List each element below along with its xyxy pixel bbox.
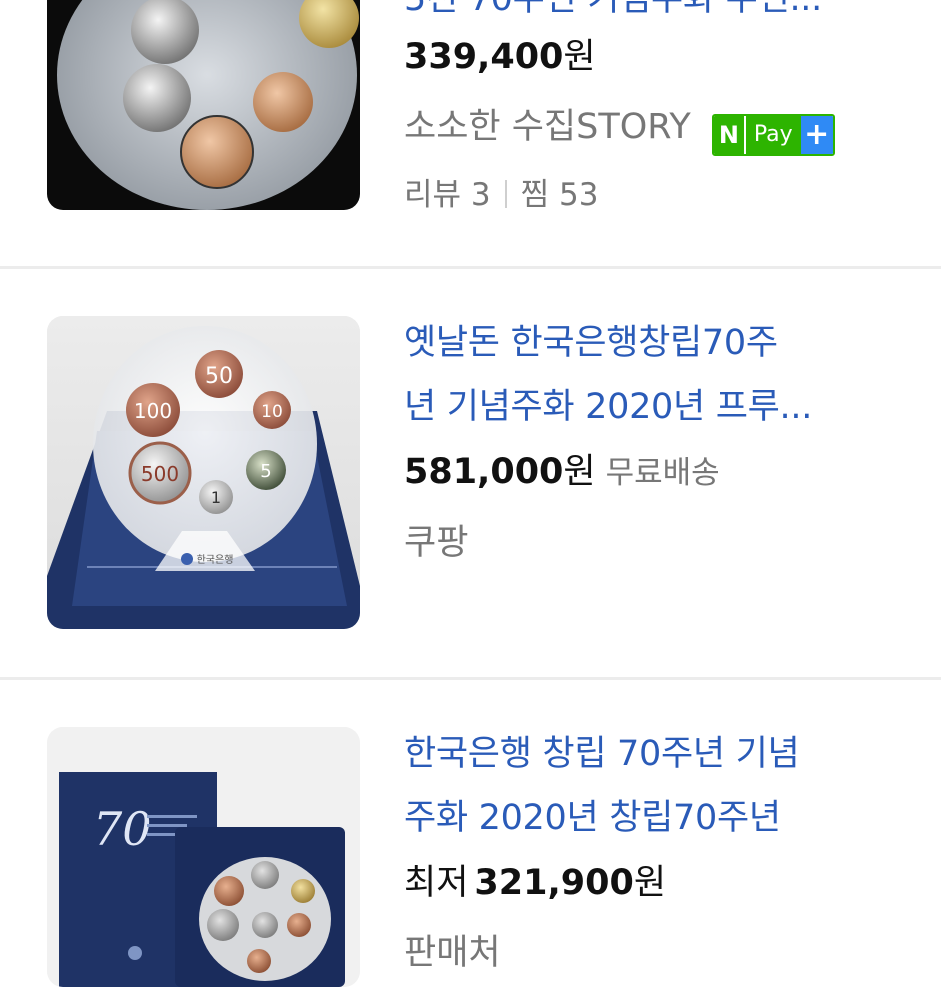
product-title-line-1[interactable]: 한국은행 창립 70주년 기념 [404,722,911,786]
product-title-line-2[interactable]: 년 기념주화 2020년 프루... [404,375,911,439]
seller-partial[interactable]: 판매처 [404,928,911,978]
product-title[interactable]: 5천 70주년 기념주화 주련... [404,0,911,24]
coin-label: 50 [205,364,233,389]
price-value: 339,400 [404,37,564,77]
product-title-line-2[interactable]: 주화 2020년 창립70주년 [404,786,911,850]
price-row: 581,000원 무료배송 [404,447,911,498]
meta-row: 리뷰 3 찜 53 [404,170,911,220]
coin-label: 500 [141,462,179,486]
price-value: 581,000 [404,452,564,492]
price-row: 339,400원 [404,32,911,82]
coin-label: 100 [134,399,172,423]
product-item[interactable]: 5천 70주년 기념주화 주련... 339,400원 소소한 수집STORY … [0,0,941,266]
price-prefix: 최저 [404,863,469,903]
price-unit: 원 [563,452,596,492]
zzim-count[interactable]: 찜 53 [521,177,599,213]
price-unit: 원 [633,863,667,903]
npay-pay-label: Pay [743,116,801,154]
npay-badge: N Pay + [711,114,835,156]
box-number: 70 [93,802,152,856]
product-thumbnail[interactable]: 50 100 10 500 5 1 한국은행 [47,316,360,629]
seller-name[interactable]: 쿠팡 [404,518,911,568]
coin-label: 10 [261,402,283,422]
product-thumbnail[interactable] [47,0,360,210]
product-item[interactable]: 70 한국은행 창립 70주년 기념 주화 2020년 창립70주년 최저 321… [0,680,941,987]
stand-text: 한국은행 [197,554,234,566]
shipping-label: 무료배송 [605,455,720,491]
seller-row: 소소한 수집STORY N Pay + [404,102,911,156]
review-count[interactable]: 리뷰 3 [404,177,491,213]
meta-separator [504,180,507,208]
npay-plus-icon: + [800,116,833,154]
product-item[interactable]: 50 100 10 500 5 1 한국은행 옛날돈 한국은행창립70주 년 기… [0,269,941,677]
seller-name[interactable]: 소소한 수집STORY [404,107,691,147]
coin-set-image: 70 [47,727,360,987]
price-unit: 원 [563,37,596,77]
npay-n-icon: N [713,116,744,154]
price-row: 최저 321,900원 [404,858,911,908]
coin-set-image: 50 100 10 500 5 1 한국은행 [47,316,360,629]
coin-label: 5 [260,461,271,482]
product-title-line-1[interactable]: 옛날돈 한국은행창립70주 [404,311,911,375]
price-value: 321,900 [474,863,634,903]
product-thumbnail[interactable]: 70 [47,727,360,987]
coin-set-image [57,0,359,210]
coin-label: 1 [211,488,221,507]
